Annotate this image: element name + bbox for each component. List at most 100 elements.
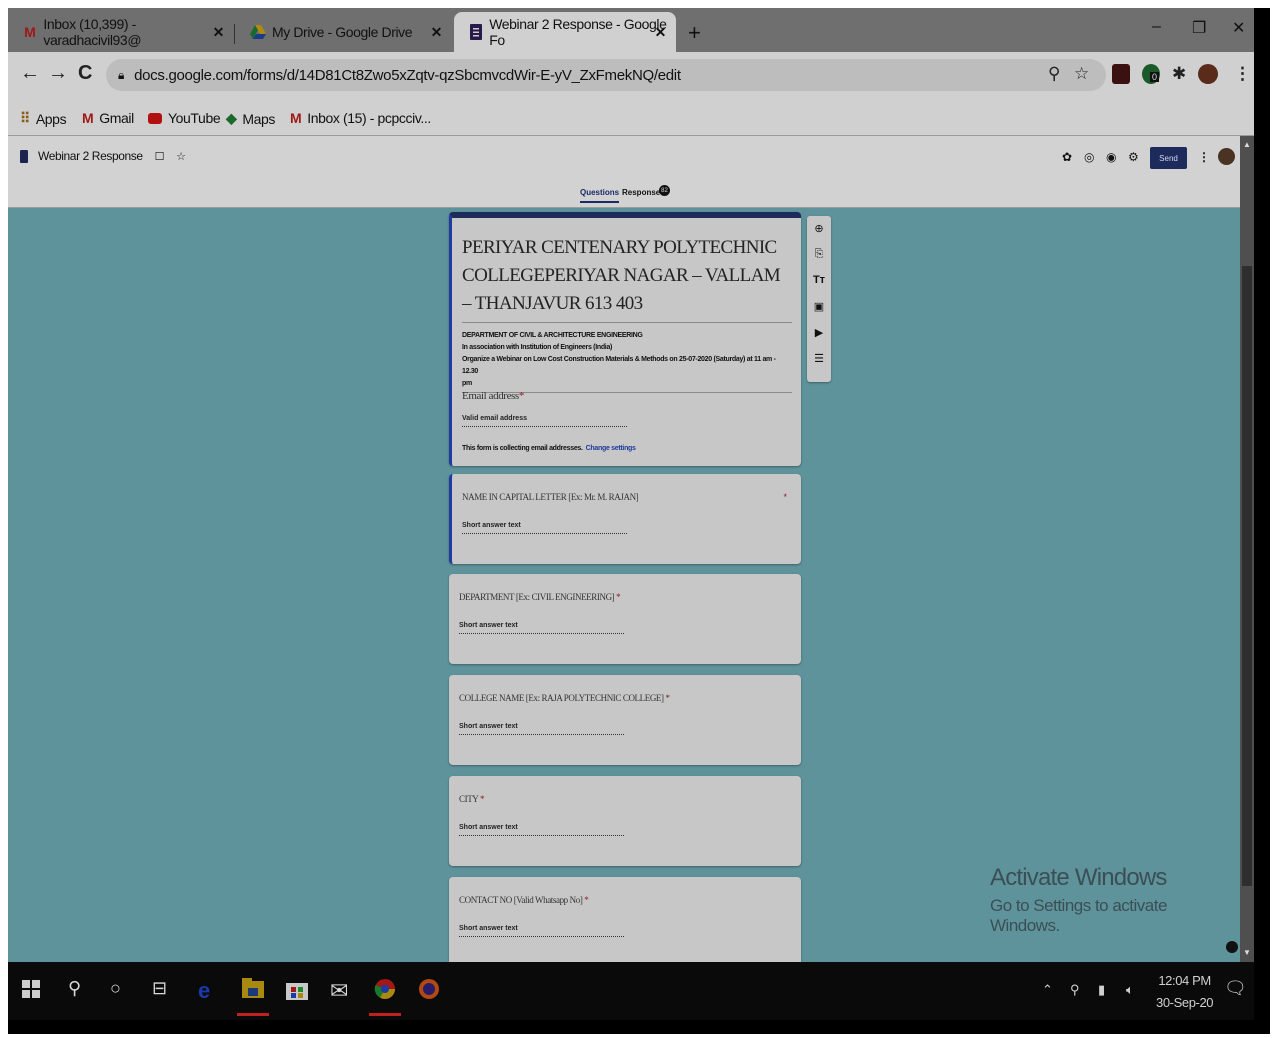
scroll-up-icon[interactable]: ▲ [1243, 140, 1251, 149]
back-icon[interactable]: ← [20, 62, 40, 85]
clock-time: 12:04 PM [1158, 973, 1211, 988]
chrome-icon[interactable] [374, 978, 396, 1006]
description-line: pm [462, 380, 472, 387]
short-answer-field[interactable]: Short answer text [459, 925, 624, 937]
collecting-text: This form is collecting email addresses. [462, 445, 583, 452]
change-settings-link[interactable]: Change settings [586, 445, 636, 452]
firefox-icon[interactable] [418, 978, 440, 1006]
bookmark-label: Apps [35, 110, 67, 127]
tab-google-drive[interactable]: My Drive - Google Drive ✕ [236, 12, 452, 52]
desktop-screen: M Inbox (10,399) - varadhacivil93@ ✕ My … [8, 8, 1254, 1020]
browser-menu-icon[interactable]: ⋮ [1234, 64, 1251, 84]
bookmark-youtube[interactable]: YouTube [148, 110, 221, 126]
add-title-icon[interactable]: Tт [812, 274, 826, 286]
bookmark-maps[interactable]: ◆ Maps [226, 110, 275, 127]
required-asterisk: * [783, 492, 787, 502]
close-tab-icon[interactable]: ✕ [431, 24, 443, 41]
short-answer-field[interactable]: Short answer text [459, 824, 624, 836]
question-label: COLLEGE NAME [Ex: RAJA POLYTECHNIC COLLE… [459, 693, 670, 703]
windows-start-icon[interactable] [22, 978, 40, 1004]
short-answer-field[interactable]: Short answer text [462, 522, 627, 534]
add-question-icon[interactable]: ⊕ [812, 222, 826, 235]
gmail-icon: M [82, 110, 94, 126]
minimize-icon[interactable]: – [1152, 18, 1161, 36]
google-forms-icon [20, 149, 28, 163]
form-heading[interactable]: PERIYAR CENTENARY POLYTECHNIC COLLEGEPER… [462, 234, 792, 323]
bookmark-apps[interactable]: ⠿ Apps [20, 110, 67, 127]
star-icon[interactable]: ☆ [176, 150, 186, 163]
required-asterisk: * [665, 693, 671, 703]
google-drive-icon [250, 24, 266, 40]
question-label: CITY * [459, 794, 484, 804]
browser-toolbar: ← → C 🔒︎ docs.google.com/forms/d/14D81Ct… [8, 52, 1254, 98]
bookmark-star-icon[interactable]: ☆ [1074, 64, 1089, 84]
question-card[interactable]: CONTACT NO [Valid Whatsapp No] * Short a… [449, 877, 801, 962]
preview-icon[interactable]: ◎ [1084, 150, 1094, 164]
volume-icon[interactable]: 🔈︎ [1126, 982, 1134, 998]
restore-icon[interactable]: ❐ [1192, 18, 1206, 38]
gmail-icon: M [290, 110, 302, 126]
eye-icon[interactable]: ◉ [1106, 150, 1116, 164]
address-bar[interactable]: 🔒︎ docs.google.com/forms/d/14D81Ct8Zwo5x… [106, 59, 1106, 91]
scrollbar-thumb[interactable] [1242, 266, 1252, 886]
folder-icon[interactable]: ☐ [155, 150, 165, 163]
forward-icon[interactable]: → [48, 62, 68, 85]
form-editor-canvas: PERIYAR CENTENARY POLYTECHNIC COLLEGEPER… [8, 208, 1240, 962]
short-answer-field[interactable]: Short answer text [459, 622, 624, 634]
file-explorer-icon[interactable] [242, 978, 264, 1004]
close-tab-icon[interactable]: ✕ [213, 24, 225, 41]
question-label-text: CONTACT NO [Valid Whatsapp No] [459, 895, 583, 905]
question-card[interactable]: DEPARTMENT [Ex: CIVIL ENGINEERING] * Sho… [449, 574, 801, 664]
form-title-card[interactable]: PERIYAR CENTENARY POLYTECHNIC COLLEGEPER… [449, 212, 801, 466]
lock-icon: 🔒︎ [118, 67, 125, 82]
close-tab-icon[interactable]: ✕ [655, 24, 667, 41]
task-view-icon[interactable]: ⊟ [152, 978, 167, 999]
more-options-icon[interactable]: ⋮ [1198, 150, 1210, 164]
form-description[interactable]: DEPARTMENT OF CIVIL & ARCHITECTURE ENGIN… [462, 330, 792, 393]
system-clock[interactable]: 12:04 PM 30-Sep-20 [1156, 970, 1214, 1014]
url-text: docs.google.com/forms/d/14D81Ct8Zwo5xZqt… [134, 66, 681, 84]
search-icon[interactable]: ⚲ [68, 978, 81, 999]
send-button[interactable]: Send [1150, 147, 1187, 169]
vertical-scrollbar[interactable]: ▲ ▼ [1240, 136, 1254, 962]
tab-gmail-inbox[interactable]: M Inbox (10,399) - varadhacivil93@ ✕ [8, 12, 230, 52]
activate-windows-title: Activate Windows [990, 864, 1167, 891]
tab-questions[interactable]: Questions [580, 188, 620, 203]
close-window-icon[interactable]: ✕ [1232, 18, 1245, 38]
import-questions-icon[interactable]: ⎘ [812, 248, 826, 261]
responses-count-badge: 82 [659, 185, 670, 196]
new-tab-button[interactable]: + [688, 20, 701, 46]
profile-avatar-icon[interactable] [1198, 64, 1218, 84]
bookmark-inbox[interactable]: M Inbox (15) - pcpcciv... [290, 110, 431, 126]
tab-google-forms[interactable]: Webinar 2 Response - Google Fo ✕ [454, 12, 676, 52]
battery-icon[interactable]: ▮ [1098, 982, 1105, 998]
extension-shield-icon[interactable]: 0 [1142, 64, 1160, 84]
cortana-icon[interactable]: ○ [110, 978, 121, 999]
bookmark-gmail[interactable]: M Gmail [82, 110, 134, 126]
network-icon[interactable]: ⚲ [1070, 982, 1080, 998]
extension-icon[interactable] [1112, 64, 1130, 84]
customize-theme-icon[interactable]: ✿ [1062, 150, 1072, 164]
add-video-icon[interactable]: ▶ [812, 326, 826, 339]
notifications-icon[interactable]: 🗨︎ [1224, 978, 1247, 999]
help-icon[interactable] [1226, 941, 1238, 953]
tray-chevron-icon[interactable]: ⌃ [1042, 982, 1053, 998]
add-section-icon[interactable]: ☰ [812, 352, 826, 365]
question-card[interactable]: NAME IN CAPITAL LETTER [Ex: Mr. M. RAJAN… [449, 474, 801, 564]
email-field[interactable]: Valid email address [462, 415, 627, 427]
tab-label: Inbox (10,399) - varadhacivil93@ [43, 16, 142, 48]
question-card[interactable]: CITY * Short answer text [449, 776, 801, 866]
reload-icon[interactable]: C [78, 62, 92, 85]
store-icon[interactable] [286, 978, 308, 1006]
mail-icon[interactable]: ✉ [330, 978, 348, 1004]
avatar[interactable] [1218, 148, 1235, 165]
form-title[interactable]: Webinar 2 Response [38, 149, 143, 163]
settings-gear-icon[interactable]: ⚙ [1128, 150, 1139, 164]
zoom-search-icon[interactable]: ⚲ [1048, 64, 1060, 84]
scroll-down-icon[interactable]: ▼ [1243, 948, 1251, 957]
question-card[interactable]: COLLEGE NAME [Ex: RAJA POLYTECHNIC COLLE… [449, 675, 801, 765]
extensions-puzzle-icon[interactable]: ✱ [1172, 64, 1186, 84]
edge-icon[interactable]: e [198, 978, 210, 1004]
short-answer-field[interactable]: Short answer text [459, 723, 624, 735]
add-image-icon[interactable]: ▣ [812, 300, 826, 313]
